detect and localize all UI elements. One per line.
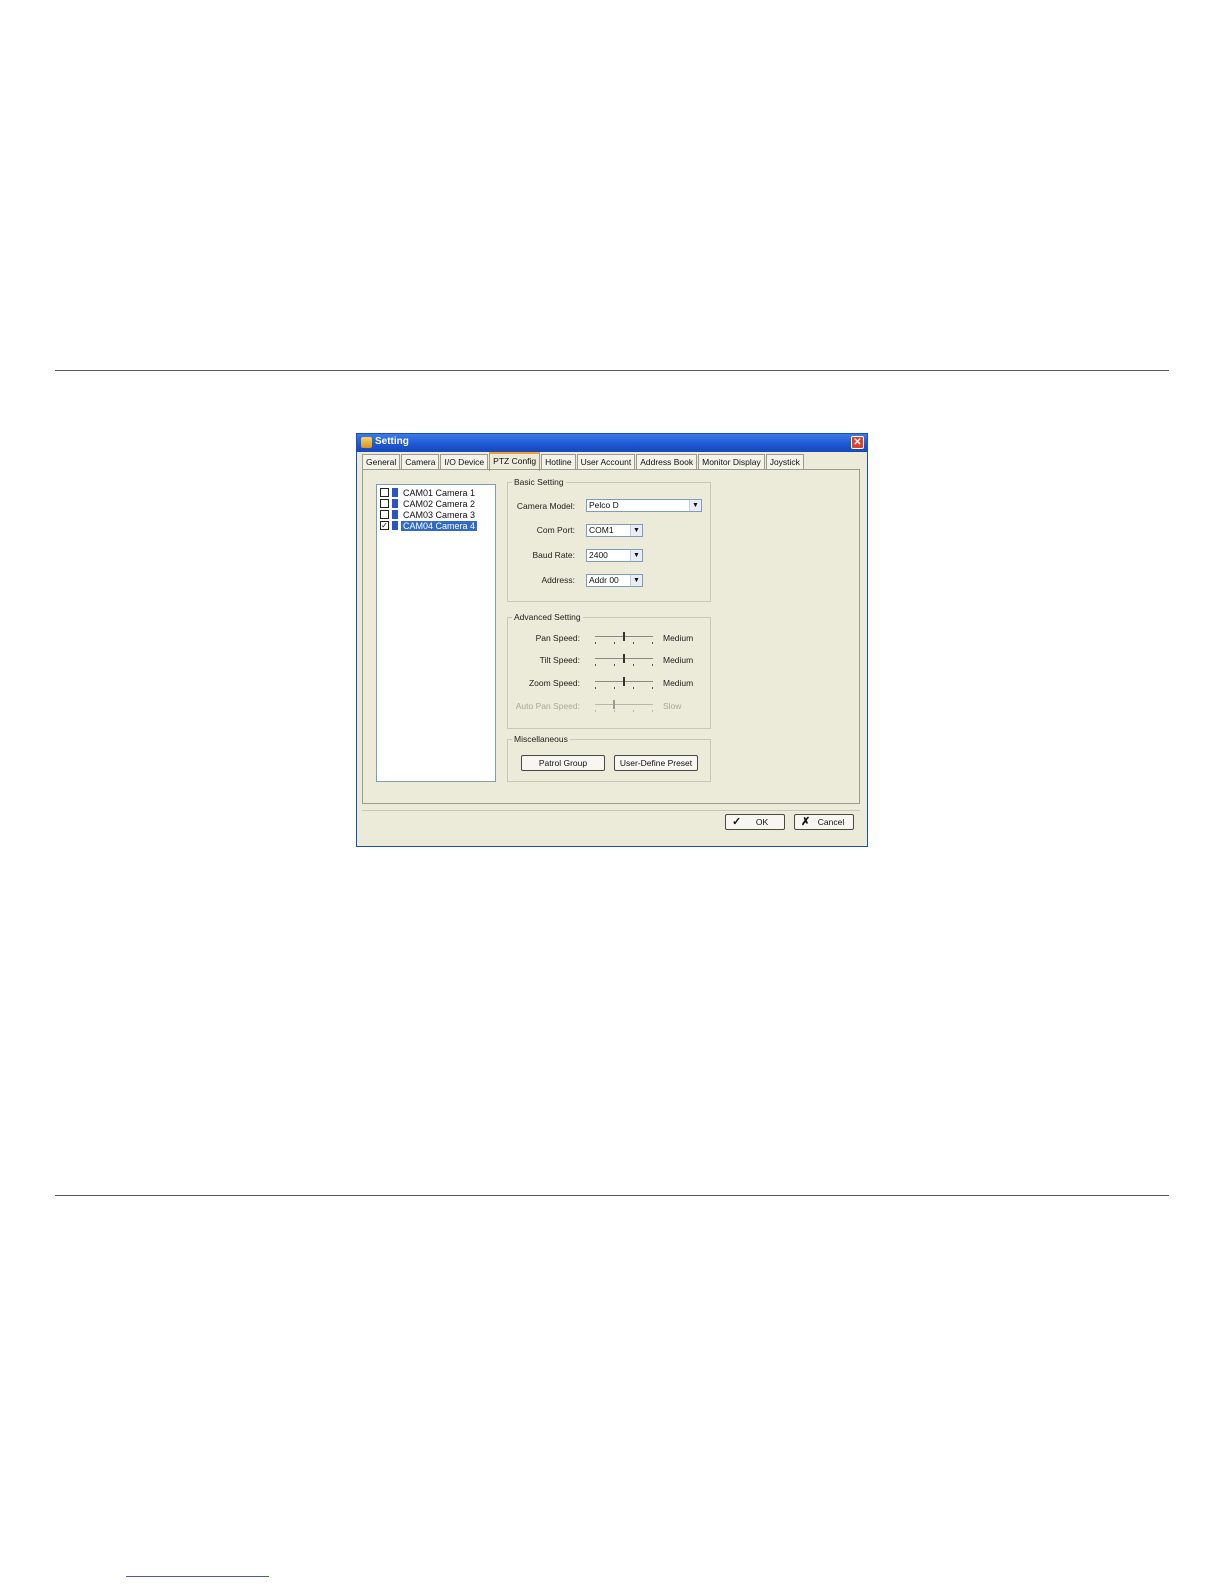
baud-rate-value: 2400	[589, 550, 608, 560]
pan-speed-value: Medium	[663, 633, 694, 643]
tab-joystick[interactable]: Joystick	[765, 454, 804, 470]
footer-divider	[362, 810, 860, 811]
chevron-down-icon[interactable]: ▼	[630, 525, 642, 536]
com-port-select[interactable]: COM1 ▼	[586, 524, 643, 537]
camera-model-value: Pelco D	[589, 500, 619, 510]
x-icon: ✗	[801, 816, 811, 828]
camera-icon	[392, 499, 398, 508]
tab-address-book[interactable]: Address Book	[636, 454, 698, 470]
tab-strip: General Camera I/O Device PTZ Config Hot…	[362, 452, 805, 471]
slider-thumb[interactable]	[623, 632, 625, 641]
com-port-value: COM1	[589, 525, 614, 535]
tab-monitor-display[interactable]: Monitor Display	[698, 454, 765, 470]
camera-label-2: CAM02 Camera 2	[403, 498, 476, 509]
camera-icon	[392, 521, 398, 530]
address-label: Address:	[541, 575, 575, 585]
page-rule-top	[55, 370, 1169, 371]
auto-pan-speed-value: Slow	[663, 701, 682, 711]
setting-dialog: Setting ✕ General Camera I/O Device PTZ …	[356, 433, 868, 847]
com-port-label: Com Port:	[536, 525, 575, 535]
slider-thumb[interactable]	[623, 677, 625, 686]
camera-checkbox-2[interactable]	[380, 499, 389, 508]
camera-label-3: CAM03 Camera 3	[403, 509, 476, 520]
camera-model-select[interactable]: Pelco D ▼	[586, 499, 702, 512]
miscellaneous-title: Miscellaneous	[512, 734, 570, 744]
chevron-down-icon[interactable]: ▼	[689, 500, 701, 511]
address-value: Addr 00	[589, 575, 619, 585]
tilt-speed-value: Medium	[663, 655, 694, 665]
patrol-group-button[interactable]: Patrol Group	[521, 755, 605, 771]
camera-icon	[392, 488, 398, 497]
camera-item-4[interactable]: ✓ CAM04 Camera 4	[380, 520, 478, 531]
tab-io-device[interactable]: I/O Device	[440, 454, 489, 470]
tab-general[interactable]: General	[362, 454, 401, 470]
tilt-speed-slider[interactable]	[595, 654, 653, 666]
camera-item-3[interactable]: CAM03 Camera 3	[380, 509, 477, 520]
address-select[interactable]: Addr 00 ▼	[586, 574, 643, 587]
camera-icon	[392, 510, 398, 519]
baud-rate-select[interactable]: 2400 ▼	[586, 549, 643, 562]
ok-label: OK	[755, 817, 769, 827]
camera-checkbox-4[interactable]: ✓	[380, 521, 389, 530]
miscellaneous-group: Miscellaneous Patrol Group User-Define P…	[507, 734, 711, 782]
chevron-down-icon[interactable]: ▼	[630, 575, 642, 586]
slider-thumb[interactable]	[623, 654, 625, 663]
chevron-down-icon[interactable]: ▼	[630, 550, 642, 561]
zoom-speed-slider[interactable]	[595, 677, 653, 689]
hand-icon	[361, 437, 372, 448]
camera-checkbox-1[interactable]	[380, 488, 389, 497]
title-bar[interactable]: Setting ✕	[357, 434, 867, 452]
cancel-button[interactable]: ✗ Cancel	[794, 814, 854, 830]
ok-button[interactable]: ✓ OK	[725, 814, 785, 830]
camera-checkbox-3[interactable]	[380, 510, 389, 519]
user-define-preset-button[interactable]: User-Define Preset	[614, 755, 698, 771]
camera-item-2[interactable]: CAM02 Camera 2	[380, 498, 477, 509]
pan-speed-slider[interactable]	[595, 632, 653, 644]
auto-pan-speed-slider[interactable]	[595, 700, 653, 712]
tab-camera[interactable]: Camera	[401, 454, 440, 470]
close-button[interactable]: ✕	[851, 436, 864, 449]
auto-pan-speed-label: Auto Pan Speed:	[515, 701, 580, 711]
slider-thumb[interactable]	[613, 700, 615, 709]
basic-setting-group: Basic Setting Camera Model: Pelco D ▼ Co…	[507, 477, 711, 602]
footnote-rule	[126, 1576, 269, 1577]
basic-setting-title: Basic Setting	[512, 477, 566, 487]
baud-rate-label: Baud Rate:	[532, 550, 575, 560]
check-icon: ✓	[732, 816, 742, 828]
window-title: Setting	[375, 436, 409, 447]
advanced-setting-title: Advanced Setting	[512, 612, 583, 622]
tab-hotline[interactable]: Hotline	[541, 454, 576, 470]
tilt-speed-label: Tilt Speed:	[539, 655, 580, 665]
zoom-speed-label: Zoom Speed:	[528, 678, 580, 688]
tab-user-account[interactable]: User Account	[576, 454, 636, 470]
camera-label-1: CAM01 Camera 1	[403, 487, 476, 498]
zoom-speed-value: Medium	[663, 678, 694, 688]
pan-speed-label: Pan Speed:	[535, 633, 580, 643]
page-rule-bottom	[55, 1195, 1169, 1196]
camera-model-label: Camera Model:	[516, 501, 575, 511]
camera-item-1[interactable]: CAM01 Camera 1	[380, 487, 477, 498]
camera-tree[interactable]: CAM01 Camera 1 CAM02 Camera 2 CAM03 Came…	[376, 484, 496, 782]
camera-label-4: CAM04 Camera 4	[401, 520, 478, 531]
advanced-setting-group: Advanced Setting Pan Speed: Medium Tilt …	[507, 612, 711, 729]
